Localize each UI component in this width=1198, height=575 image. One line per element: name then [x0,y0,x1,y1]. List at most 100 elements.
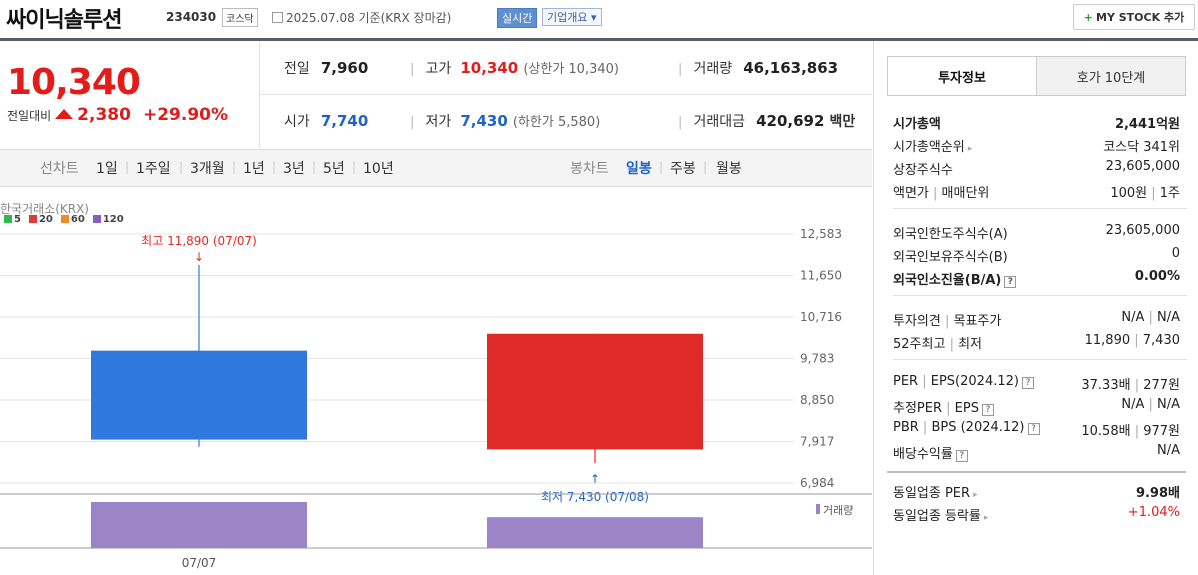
help-icon: ? [955,450,968,462]
chevron-right-icon: ▸ [967,144,973,154]
info-row[interactable]: 동일업종 PER ▸ 9.98배 [893,482,1180,501]
info-row: 외국인소진율(B/A)? 0.00% [893,269,1180,288]
x-tick-label: 07/07 [182,556,217,570]
panel-section-divider [893,295,1187,296]
up-arrow-icon [55,109,74,119]
panel-section-divider [893,208,1187,209]
info-value-text-2: N/A [1157,310,1180,325]
prev-close-label: 전일 [284,61,310,77]
value-separator: | [1130,424,1144,439]
info-value-text: N/A [1157,443,1180,458]
stat-amount: | 거래대금 420,692 백만 [678,112,856,130]
info-row[interactable]: 동일업종 등락률 ▸ +1.04% [893,505,1180,524]
period-1d[interactable]: 1일 [96,158,118,178]
info-key-text: 외국인보유주식수(B) [893,250,1008,265]
info-key-text: 52주최고 [893,337,946,352]
info-value: 10.58배 | 977원 [1081,420,1180,439]
candle-monthly[interactable]: 월봉 [716,158,742,178]
key-separator: | [918,420,932,435]
info-key-text: 동일업종 PER [893,486,971,501]
info-key: PBR | BPS (2024.12)? [893,420,1040,439]
key-separator: | [918,374,931,389]
candle-body [487,333,703,450]
high-value: 10,340 [460,59,519,77]
info-value-text: 100원 [1110,186,1148,201]
info-row: 투자의견 | 목표주가 N/A | N/A [893,310,1180,329]
info-value-text: 11,890 [1084,333,1131,348]
info-key-text-2: EPS(2024.12) [930,374,1019,389]
change-label: 전일대비 [7,108,52,123]
period-1y[interactable]: 1년 [243,158,265,178]
info-row: 액면가 | 매매단위 100원 | 1주 [893,182,1180,201]
volume-value: 46,163,863 [743,59,839,77]
info-value-text: 0 [1171,246,1180,261]
info-key-text: 시가총액 [893,117,941,132]
info-key: 외국인소진율(B/A)? [893,269,1017,288]
info-key: 액면가 | 매매단위 [893,182,989,201]
volume-legend-label: 거래량 [823,504,853,517]
info-value-text-2: 7,430 [1142,333,1180,348]
info-key: 배당수익률? [893,443,968,462]
tab-hoga-10[interactable]: 호가 10단계 [1036,56,1186,96]
info-key-text: PBR [893,420,919,435]
y-tick-label: 9,783 [800,352,834,366]
info-value-text: 9.98배 [1135,486,1180,501]
info-key-text: 추정PER [893,401,943,416]
info-key: 외국인보유주식수(B) [893,246,1008,265]
stat-open: 시가 7,740 [284,111,368,131]
period-3y[interactable]: 3년 [283,158,305,178]
info-key-text: 시가총액순위 [893,140,965,155]
candlestick-chart[interactable]: 12,583 11,650 10,716 9,783 8,850 7,917 6,984 최고… [0,188,872,575]
info-row: 52주최고 | 최저 11,890 | 7,430 [893,333,1180,352]
company-overview-button[interactable]: 기업개요 ▾ [542,8,602,26]
info-value-text: 23,605,000 [1105,159,1180,174]
info-value-text-2: 1주 [1159,186,1180,201]
info-value: N/A | N/A [1121,397,1180,416]
info-value: 코스닥 341위 [1103,136,1180,155]
value-separator: | [1147,186,1160,201]
info-value: N/A [1157,443,1180,462]
info-key: 52주최고 | 최저 [893,333,982,352]
y-tick-label: 6,984 [800,476,834,490]
info-row: 추정PER | EPS? N/A | N/A [893,397,1180,416]
candle-chart-label: 봉차트 [570,161,609,177]
info-value-text-2: 977원 [1143,424,1180,439]
stock-name: 싸이닉솔루션 [6,8,122,33]
y-tick-label: 8,850 [800,393,834,407]
period-5y[interactable]: 5년 [323,158,345,178]
y-tick-label: 7,917 [800,435,834,449]
info-key: 외국인한도주식수(A) [893,223,1008,242]
info-value: 37.33배 | 277원 [1081,374,1180,393]
info-value: 11,890 | 7,430 [1085,333,1180,352]
y-tick-label: 10,716 [800,310,842,324]
market-badge: 코스닥 [222,8,258,27]
volume-label: 거래량 [693,61,733,77]
open-value: 7,740 [320,112,369,130]
info-value: 100원 | 1주 [1110,182,1180,201]
key-separator: | [942,401,955,416]
add-mystock-button[interactable]: + MY STOCK 추가 [1073,4,1195,30]
candle-daily[interactable]: 일봉 [626,158,652,178]
tab-investment-info[interactable]: 투자정보 [887,56,1037,96]
chevron-right-icon: ▸ [983,513,989,523]
info-row[interactable]: 시가총액순위 ▸ 코스닥 341위 [893,136,1180,155]
info-value: N/A | N/A [1121,310,1180,329]
info-value-text: 2,441억원 [1114,117,1180,132]
date-info: 2025.07.08 기준(KRX 장마감) [272,9,451,26]
period-3m[interactable]: 3개월 [190,158,225,178]
info-value-text: 0.00% [1134,269,1180,284]
candle-weekly[interactable]: 주봉 [670,158,696,178]
info-value-text: 37.33배 [1081,378,1131,393]
stock-code: 234030 [166,10,217,24]
key-separator: | [940,314,954,329]
realtime-badge[interactable]: 실시간 [497,8,538,28]
info-value-text: 23,605,000 [1105,223,1180,238]
info-key-text-2: 매매단위 [941,186,990,201]
price-change: 전일대비 2,380 +29.90% [7,105,228,125]
period-10y[interactable]: 10년 [363,158,394,178]
high-arrow-icon: ↓ [194,250,204,264]
period-1w[interactable]: 1주일 [136,158,171,178]
info-key-text-2: 최저 [958,337,983,352]
info-row: 외국인한도주식수(A) 23,605,000 [893,223,1180,242]
info-row: 배당수익률? N/A [893,443,1180,462]
